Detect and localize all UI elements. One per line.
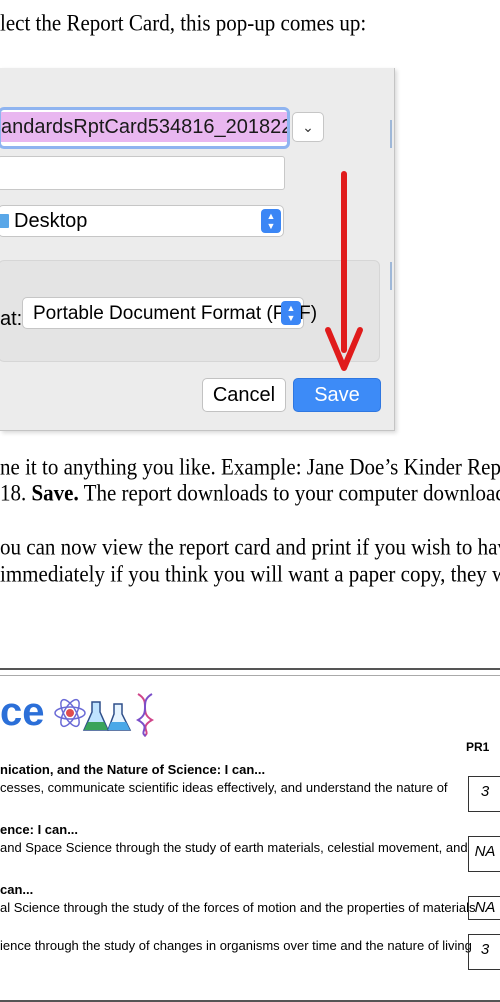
standard-heading: nication, and the Nature of Science: I c… bbox=[0, 762, 266, 777]
filename-value: andardsRptCard534816_2018228 bbox=[1, 112, 287, 142]
instruction-line: ne it to anything you like. Example: Jan… bbox=[0, 453, 500, 480]
location-select[interactable]: Desktop ▲ ▼ bbox=[0, 205, 284, 237]
expand-dialog-button[interactable]: ⌄ bbox=[292, 112, 324, 142]
window-edge-mark bbox=[390, 120, 392, 148]
science-icons bbox=[54, 693, 155, 737]
divider bbox=[0, 675, 500, 676]
beaker-icon bbox=[82, 701, 110, 731]
grade-box: NA bbox=[468, 836, 500, 872]
standard-text: and Space Science through the study of e… bbox=[0, 840, 468, 855]
report-title: ce bbox=[0, 690, 45, 734]
standard-heading: can... bbox=[0, 882, 34, 897]
standard-text: cesses, communicate scientific ideas eff… bbox=[0, 780, 448, 795]
standard-heading: ence: I can... bbox=[0, 822, 79, 837]
tags-input[interactable] bbox=[0, 156, 285, 190]
flask-icon bbox=[106, 703, 132, 731]
standard-text: al Science through the study of the forc… bbox=[0, 900, 476, 915]
instruction-line: ou can now view the report card and prin… bbox=[0, 533, 500, 560]
stepper-icon: ▲ ▼ bbox=[281, 301, 301, 325]
folder-icon bbox=[0, 214, 9, 228]
intro-text: lect the Report Card, this pop-up comes … bbox=[0, 9, 367, 37]
grade-box: NA bbox=[468, 896, 500, 920]
grade-box: 3 bbox=[468, 934, 500, 970]
cancel-button[interactable]: Cancel bbox=[202, 378, 286, 412]
red-arrow-icon bbox=[325, 171, 363, 371]
save-emphasis: Save. bbox=[31, 479, 79, 506]
chevron-down-icon: ⌄ bbox=[302, 119, 314, 135]
format-value: Portable Document Format (PDF) bbox=[33, 303, 318, 324]
stepper-icon: ▲ ▼ bbox=[261, 209, 281, 233]
standard-text: ience through the study of changes in or… bbox=[0, 938, 472, 953]
save-button[interactable]: Save bbox=[293, 378, 381, 412]
atom-icon bbox=[54, 698, 86, 728]
column-header-pr1: PR1 bbox=[466, 740, 490, 754]
filename-input[interactable]: andardsRptCard534816_2018228 bbox=[0, 107, 290, 149]
instruction-line: immediately if you think you will want a… bbox=[0, 560, 500, 587]
grade-box: 3 bbox=[468, 776, 500, 812]
window-edge-mark bbox=[390, 262, 392, 290]
format-label: at: bbox=[0, 308, 23, 330]
format-select[interactable]: Portable Document Format (PDF) ▲ ▼ bbox=[22, 297, 317, 329]
location-value: Desktop bbox=[14, 210, 88, 232]
dna-icon bbox=[135, 693, 155, 737]
instruction-line: 18. Save. The report downloads to your c… bbox=[0, 479, 500, 506]
